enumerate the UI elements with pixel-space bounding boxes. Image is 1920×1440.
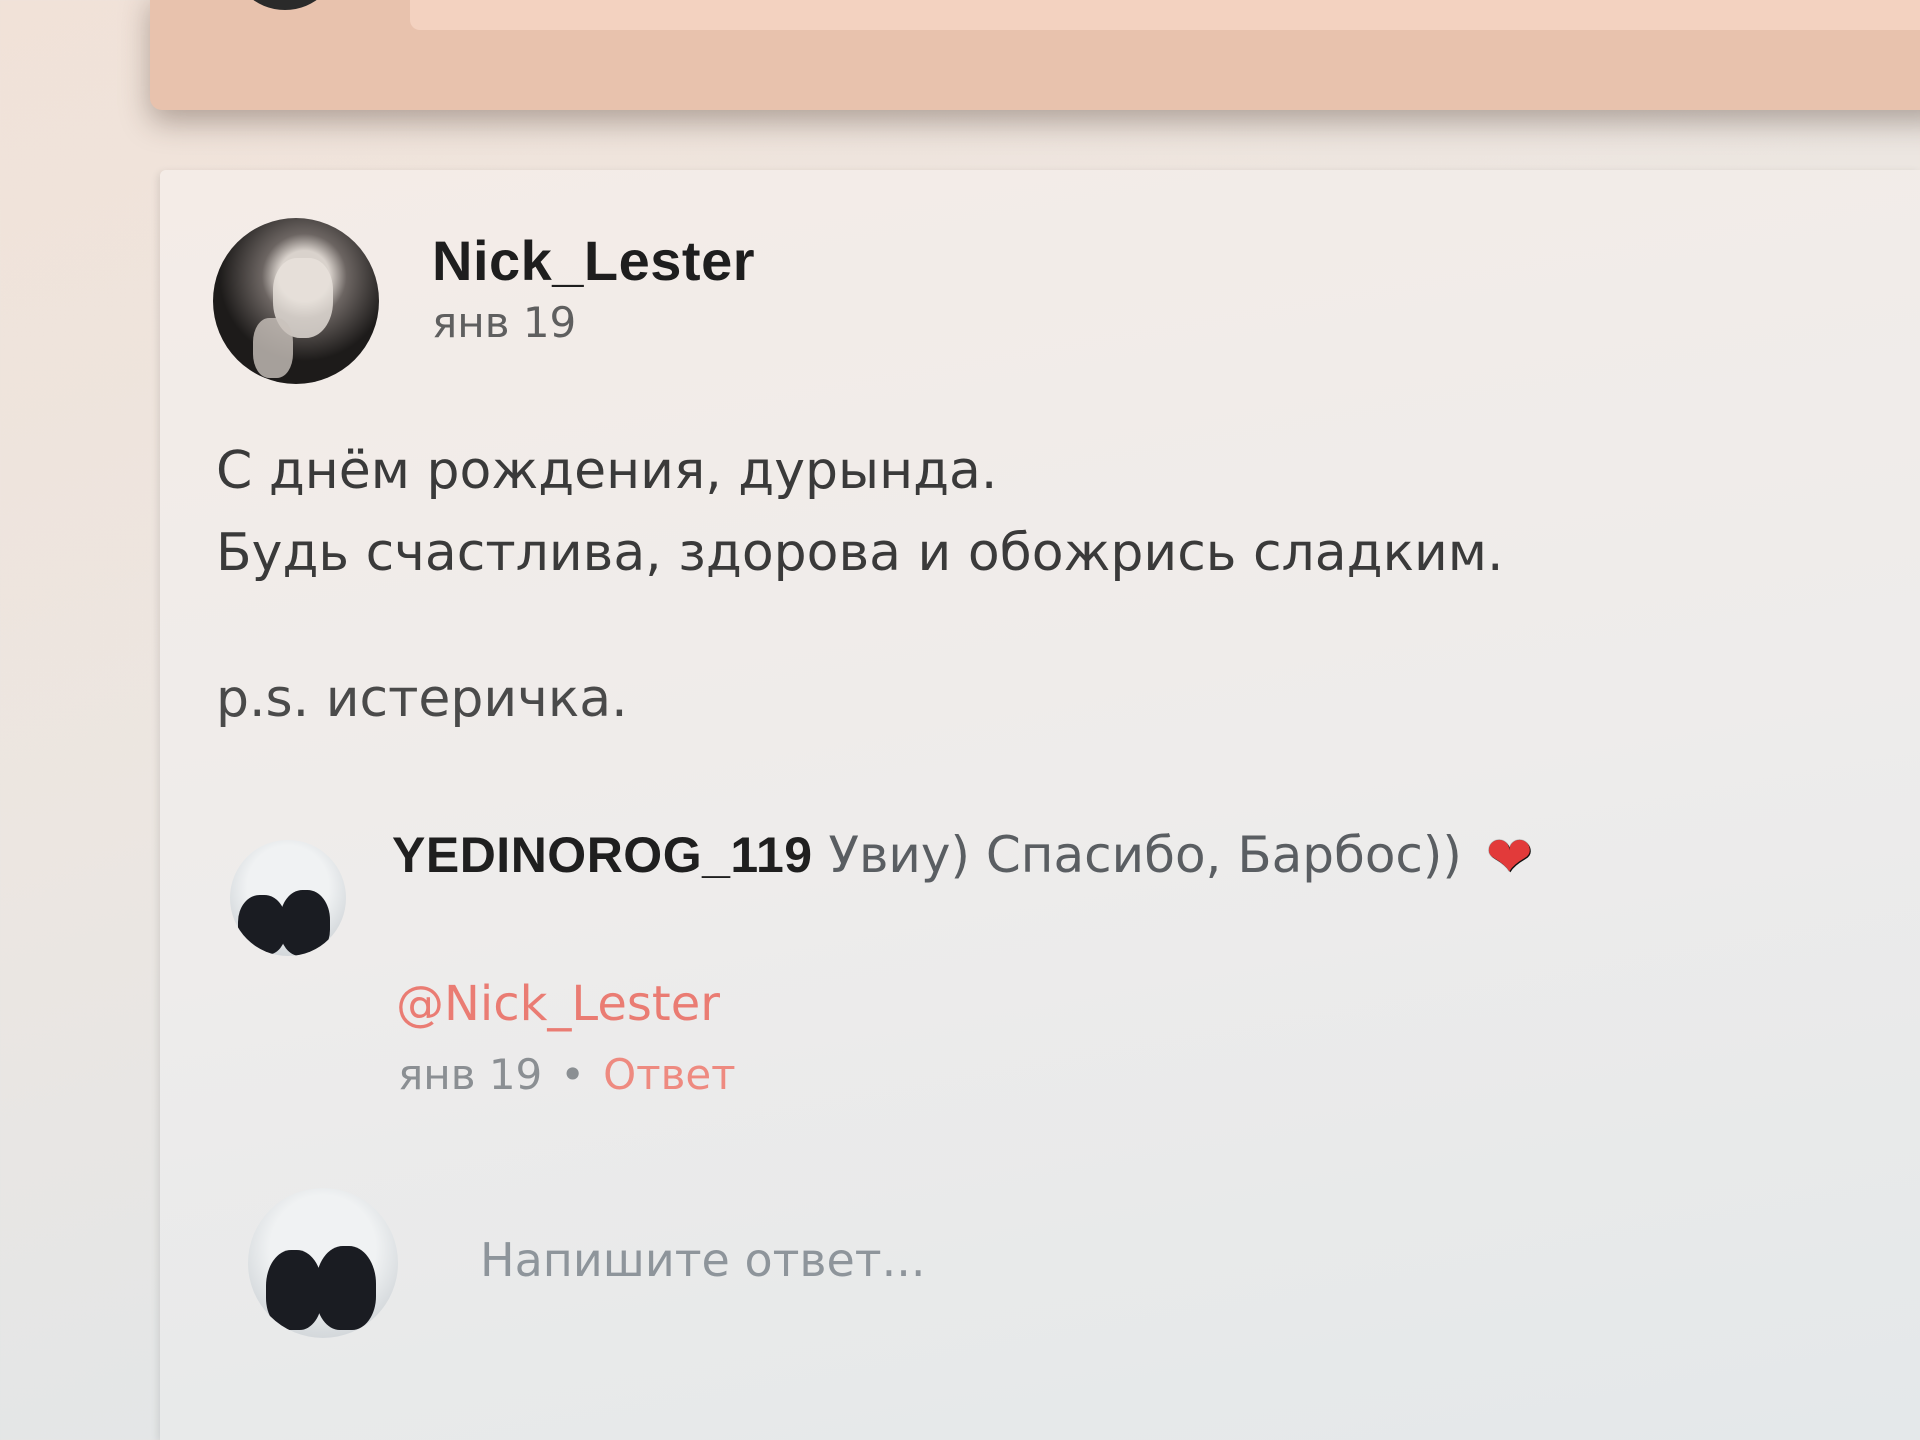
post-date: янв 19	[432, 298, 577, 347]
avatar-person	[280, 890, 330, 956]
top-bar	[150, 0, 1920, 110]
heart-icon: ❤	[1485, 825, 1533, 890]
top-avatar[interactable]	[230, 0, 340, 10]
reply-input[interactable]	[480, 1220, 1780, 1300]
mention-link[interactable]: @Nick_Lester	[396, 976, 720, 1032]
reply-text: Увиу) Спасибо, Барбос))	[828, 826, 1462, 884]
reply-button[interactable]: Ответ	[603, 1050, 736, 1099]
top-compose-field[interactable]	[410, 0, 1920, 30]
compose-avatar	[248, 1188, 398, 1338]
avatar-person	[266, 1250, 322, 1330]
author-avatar[interactable]	[213, 218, 379, 384]
post-card: Nick_Lester янв 19 С днём рождения, дуры…	[160, 170, 1920, 1440]
post-ps: p.s. истеричка.	[216, 669, 628, 729]
reply-comment: YEDINOROG_119 Увиу) Спасибо, Барбос)) ❤	[392, 820, 1533, 893]
avatar-hand	[253, 318, 293, 378]
author-name[interactable]: Nick_Lester	[432, 228, 755, 293]
post-line: Будь счастлива, здорова и обожрись сладк…	[216, 523, 1504, 583]
separator-dot: •	[560, 1050, 586, 1099]
post-line: С днём рождения, дурында.	[216, 441, 998, 501]
post-body: С днём рождения, дурында. Будь счастлива…	[216, 430, 1716, 740]
reply-date: янв 19	[398, 1050, 543, 1099]
reply-meta: янв 19 • Ответ	[398, 1050, 736, 1099]
reply-avatar[interactable]	[230, 840, 346, 956]
avatar-person	[316, 1246, 376, 1330]
avatar-person	[238, 895, 286, 955]
reply-username[interactable]: YEDINOROG_119	[392, 827, 813, 883]
